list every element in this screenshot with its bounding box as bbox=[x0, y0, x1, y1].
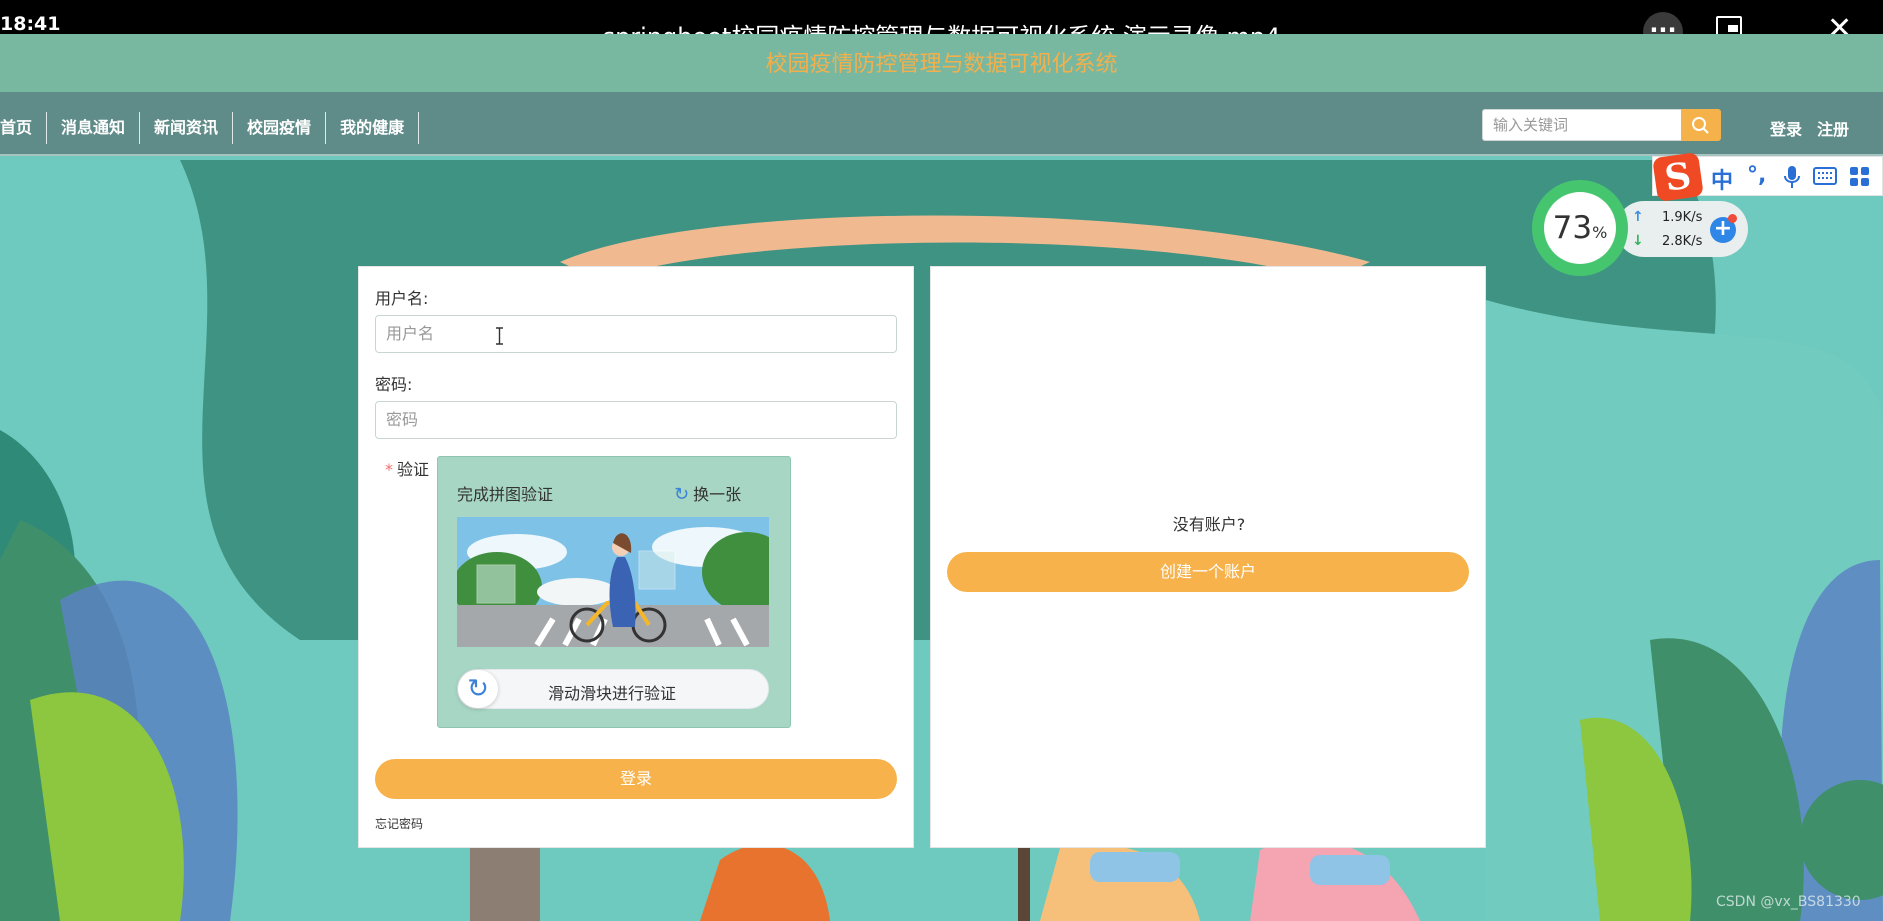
register-panel: 没有账户? 创建一个账户 bbox=[930, 266, 1486, 848]
nav-home[interactable]: 首页 bbox=[0, 112, 48, 144]
captcha-refresh-button[interactable]: ↻ 换一张 bbox=[674, 481, 741, 505]
nav-campus-epidemic[interactable]: 校园疫情 bbox=[233, 112, 327, 144]
verify-label: * 验证 bbox=[385, 456, 429, 480]
video-player-title-bar: 18:41 springboot校园疫情防控管理与数据可视化系统 演示录像.mp… bbox=[0, 0, 1883, 52]
password-label: 密码: bbox=[375, 375, 413, 394]
notification-dot bbox=[1728, 214, 1737, 223]
nav-my-health[interactable]: 我的健康 bbox=[326, 112, 420, 144]
captcha-slider-handle[interactable]: ↻ bbox=[458, 670, 498, 708]
apps-grid-icon[interactable] bbox=[1849, 166, 1871, 188]
username-label: 用户名: bbox=[375, 289, 429, 308]
password-field[interactable]: 密码 bbox=[375, 401, 897, 439]
captcha-puzzle-image bbox=[457, 517, 769, 647]
gauge-unit: % bbox=[1592, 223, 1608, 242]
no-account-text: 没有账户? bbox=[1172, 515, 1246, 534]
nav-bar: 首页 消息通知 新闻资讯 校园疫情 我的健康 输入关键词 登录 注册 bbox=[0, 92, 1883, 156]
captcha-refresh-label: 换一张 bbox=[693, 485, 742, 504]
login-link[interactable]: 登录 bbox=[1770, 116, 1802, 140]
login-button[interactable]: 登录 bbox=[375, 759, 897, 799]
upload-arrow-icon: ↑ bbox=[1632, 209, 1644, 225]
captcha-slider-track: ↻ 滑动滑块进行验证 bbox=[457, 669, 769, 709]
download-arrow-icon: ↓ bbox=[1632, 233, 1644, 249]
slider-hint: 滑动滑块进行验证 bbox=[548, 684, 677, 703]
site-title: 校园疫情防控管理与数据可视化系统 bbox=[765, 52, 1118, 77]
download-speed: 2.8K/s bbox=[1662, 234, 1703, 249]
forgot-password-link[interactable]: 忘记密码 bbox=[375, 815, 423, 832]
gauge-percent: 73 bbox=[1552, 210, 1593, 246]
search-box: 输入关键词 bbox=[1482, 109, 1722, 141]
gauge-value: 73% bbox=[1544, 192, 1616, 264]
microphone-icon[interactable] bbox=[1783, 165, 1801, 189]
create-account-button[interactable]: 创建一个账户 bbox=[947, 552, 1469, 592]
picture-in-picture-icon[interactable] bbox=[1716, 16, 1742, 36]
text-cursor-icon bbox=[496, 327, 503, 345]
memory-gauge[interactable]: 73% bbox=[1532, 180, 1628, 276]
site-header: 校园疫情防控管理与数据可视化系统 bbox=[0, 34, 1883, 92]
verify-text: 验证 bbox=[397, 460, 430, 479]
username-field[interactable]: 用户名 bbox=[375, 315, 897, 353]
upload-speed: 1.9K/s bbox=[1662, 210, 1703, 225]
nav-news[interactable]: 新闻资讯 bbox=[140, 112, 234, 144]
search-button[interactable] bbox=[1681, 109, 1721, 141]
register-link[interactable]: 注册 bbox=[1817, 116, 1849, 140]
nav-notifications[interactable]: 消息通知 bbox=[47, 112, 141, 144]
login-panel: 用户名: 用户名 密码: 密码 * 验证 完成拼图验证 ↻ 换一张 ↻ 滑动滑块… bbox=[358, 266, 914, 848]
search-input[interactable]: 输入关键词 bbox=[1482, 109, 1682, 141]
watermark: CSDN @vx_BS81330 bbox=[1716, 894, 1861, 910]
network-speed-widget: 73% ↑ 1.9K/s ↓ 2.8K/s + bbox=[1530, 178, 1750, 278]
refresh-icon: ↻ bbox=[674, 484, 690, 505]
main-nav: 首页 消息通知 新闻资讯 校园疫情 我的健康 bbox=[0, 112, 420, 144]
captcha-title: 完成拼图验证 bbox=[457, 485, 554, 504]
keyboard-icon[interactable] bbox=[1813, 167, 1837, 185]
captcha-box: 完成拼图验证 ↻ 换一张 ↻ 滑动滑块进行验证 bbox=[437, 456, 791, 728]
search-icon bbox=[1692, 117, 1709, 134]
required-mark: * bbox=[385, 460, 393, 479]
